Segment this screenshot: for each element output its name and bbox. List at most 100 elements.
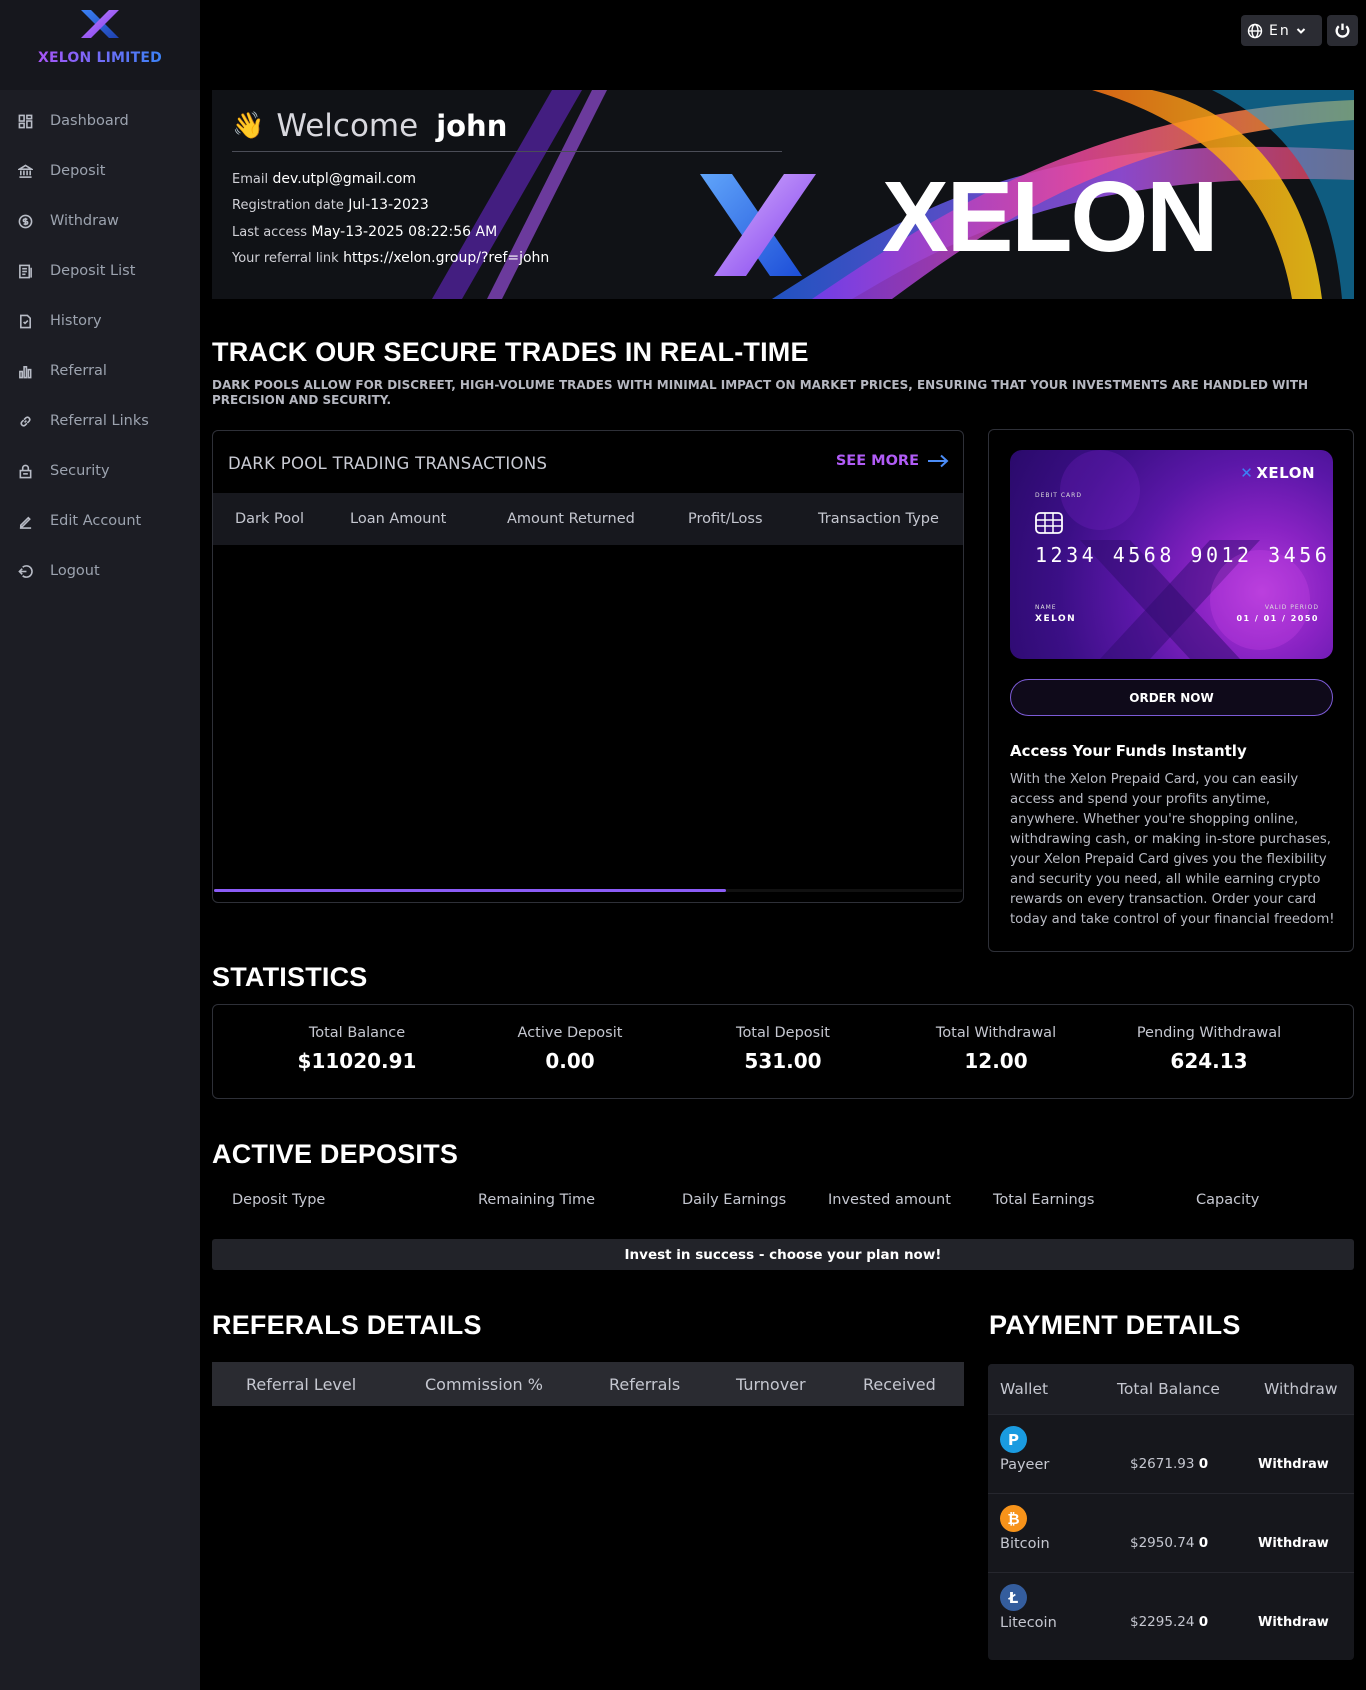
sidebar-item-label: Deposit xyxy=(50,163,106,179)
language-selector[interactable]: En xyxy=(1241,15,1322,46)
card-number: 1234 4568 9012 3456 xyxy=(1035,543,1331,567)
stat-pending-withdrawal: Pending Withdrawal 624.13 xyxy=(1109,1025,1309,1073)
withdraw-button[interactable]: Withdraw xyxy=(1258,1615,1329,1630)
trades-subheading: DARK POOLS ALLOW FOR DISCREET, HIGH-VOLU… xyxy=(212,378,1309,407)
column-header: Commission % xyxy=(425,1375,543,1394)
sidebar-item-logout[interactable]: Logout xyxy=(0,546,200,596)
power-button[interactable] xyxy=(1327,15,1358,46)
sidebar-item-dashboard[interactable]: Dashboard xyxy=(0,96,200,146)
wallet-name: Payeer xyxy=(1000,1457,1050,1473)
lock-icon xyxy=(17,463,33,479)
dashboard-icon xyxy=(17,113,33,129)
wallet-balance: $2950.74 0 xyxy=(1130,1535,1208,1551)
column-header: Referrals xyxy=(609,1375,681,1394)
x-logo-icon: ✕ xyxy=(1240,464,1254,482)
sidebar-item-deposit[interactable]: Deposit xyxy=(0,146,200,196)
coin-icon xyxy=(17,213,33,229)
referral-info: Your referral link https://xelon.group/?… xyxy=(232,250,549,266)
balance-amount: $2950.74 xyxy=(1130,1535,1195,1551)
column-header: Referral Level xyxy=(246,1375,357,1394)
dark-pool-table-header: Dark Pool Loan Amount Amount Returned Pr… xyxy=(213,493,963,545)
card-holder-name: XELON xyxy=(1035,614,1077,624)
stat-label: Pending Withdrawal xyxy=(1136,1025,1282,1041)
wallet-balance: $2295.24 0 xyxy=(1130,1614,1208,1630)
list-icon xyxy=(17,263,33,279)
stat-active-deposit: Active Deposit 0.00 xyxy=(470,1025,670,1073)
sidebar-item-security[interactable]: Security xyxy=(0,446,200,496)
dark-pool-panel: DARK POOL TRADING TRANSACTIONS SEE MORE … xyxy=(212,430,964,903)
xelon-logo-icon xyxy=(81,10,119,38)
last-access-info: Last access May-13-2025 08:22:56 AM xyxy=(232,224,497,240)
sidebar: XELON LIMITED Dashboard Deposit Withdraw… xyxy=(0,0,200,1690)
card-logo-text: XELON xyxy=(1256,464,1315,482)
column-header: Profit/Loss xyxy=(688,511,763,527)
stat-value: 624.13 xyxy=(1170,1049,1248,1073)
last-access-label: Last access xyxy=(232,225,308,240)
chevron-down-icon xyxy=(1296,27,1305,34)
bar-chart-icon xyxy=(17,363,33,379)
stat-value: $11020.91 xyxy=(297,1049,417,1073)
arrow-right-icon xyxy=(928,454,949,468)
payeer-icon: P xyxy=(1000,1426,1027,1453)
referrals-heading: REFERALS DETAILS xyxy=(212,1310,482,1340)
withdraw-button[interactable]: Withdraw xyxy=(1258,1536,1329,1551)
link-icon xyxy=(17,413,33,429)
wallet-name: Litecoin xyxy=(1000,1615,1057,1631)
referral-link-value[interactable]: https://xelon.group/?ref=john xyxy=(343,250,549,266)
payment-row-bitcoin: ₿ Bitcoin $2950.74 0 Withdraw xyxy=(988,1493,1354,1572)
sidebar-item-deposit-list[interactable]: Deposit List xyxy=(0,246,200,296)
payment-table: Wallet Total Balance Withdraw P Payeer $… xyxy=(988,1364,1354,1660)
column-header: Turnover xyxy=(736,1375,806,1394)
stat-value: 531.00 xyxy=(744,1049,822,1073)
payment-row-litecoin: Ł Litecoin $2295.24 0 Withdraw xyxy=(988,1572,1354,1651)
column-header: Transaction Type xyxy=(818,511,939,527)
waving-hand-icon: 👋 xyxy=(232,111,265,141)
column-header: Daily Earnings xyxy=(682,1192,787,1208)
email-info: Email dev.utpl@gmail.com xyxy=(232,171,416,187)
stat-total-balance: Total Balance $11020.91 xyxy=(257,1025,457,1073)
sidebar-item-referral[interactable]: Referral xyxy=(0,346,200,396)
bank-icon xyxy=(17,163,33,179)
card-valid-date: 01 / 01 / 2050 xyxy=(1236,614,1319,623)
card-valid-label: VALID PERIOD xyxy=(1264,604,1319,611)
column-header: Received xyxy=(863,1375,936,1394)
stat-label: Active Deposit xyxy=(517,1025,623,1041)
trades-heading: TRACK OUR SECURE TRADES IN REAL-TIME xyxy=(212,337,809,367)
logout-icon xyxy=(17,563,33,579)
column-header: Total Earnings xyxy=(993,1192,1095,1208)
document-icon xyxy=(17,313,33,329)
user-name: john xyxy=(436,109,508,143)
see-more-label: SEE MORE xyxy=(835,453,919,469)
column-header: Withdraw xyxy=(1264,1380,1338,1398)
sidebar-item-edit-account[interactable]: Edit Account xyxy=(0,496,200,546)
card-chip-icon xyxy=(1035,512,1063,534)
sidebar-item-label: Security xyxy=(50,463,110,479)
order-now-button[interactable]: ORDER NOW xyxy=(1010,679,1333,716)
sidebar-item-history[interactable]: History xyxy=(0,296,200,346)
sidebar-item-withdraw[interactable]: Withdraw xyxy=(0,196,200,246)
bitcoin-icon: ₿ xyxy=(1000,1505,1027,1532)
wallet-name: Bitcoin xyxy=(1000,1536,1050,1552)
brand-logo[interactable]: XELON LIMITED xyxy=(0,0,200,90)
sidebar-item-referral-links[interactable]: Referral Links xyxy=(0,396,200,446)
horizontal-scrollbar[interactable] xyxy=(214,889,726,892)
welcome-word: Welcome xyxy=(276,108,419,144)
balance-pending: 0 xyxy=(1198,1535,1209,1551)
invest-plan-prompt[interactable]: Invest in success - choose your plan now… xyxy=(212,1239,1354,1270)
referrals-table-header: Referral Level Commission % Referrals Tu… xyxy=(212,1362,964,1406)
brand-name: XELON LIMITED xyxy=(38,50,162,66)
column-header: Amount Returned xyxy=(507,511,635,527)
active-deposits-heading: ACTIVE DEPOSITS xyxy=(212,1139,459,1169)
payment-table-header: Wallet Total Balance Withdraw xyxy=(988,1364,1354,1414)
see-more-link[interactable]: SEE MORE xyxy=(836,453,949,469)
sidebar-item-label: Deposit List xyxy=(50,263,136,279)
prepaid-card: ✕ XELON DEBIT CARD 1234 4568 9012 3456 NA… xyxy=(1010,450,1333,659)
litecoin-icon: Ł xyxy=(1000,1584,1027,1611)
welcome-heading: 👋 Welcome john xyxy=(232,108,507,144)
sidebar-item-label: Referral xyxy=(50,363,107,379)
withdraw-button[interactable]: Withdraw xyxy=(1258,1457,1329,1472)
banner-brand-wordmark: XELON xyxy=(882,161,1218,273)
column-header: Remaining Time xyxy=(478,1192,596,1208)
balance-amount: $2295.24 xyxy=(1130,1614,1195,1630)
statistics-panel: Total Balance $11020.91 Active Deposit 0… xyxy=(212,1004,1354,1099)
